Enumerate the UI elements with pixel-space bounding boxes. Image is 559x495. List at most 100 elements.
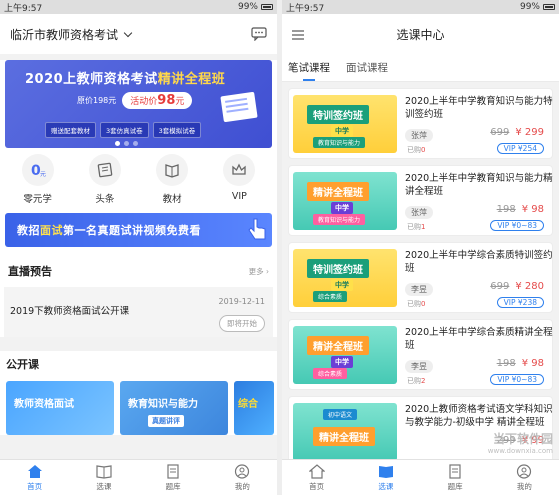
menu-icon[interactable] (292, 29, 304, 43)
profile-icon (517, 463, 532, 479)
vip-price-badge: VIP ¥0~83 (490, 220, 544, 231)
watermark: 当下软件园 www.downxia.com (487, 432, 553, 455)
course-title: 2020上半年中学综合素质特训签约班 (405, 250, 553, 274)
banner-chip: 3套模拟试卷 (152, 122, 202, 138)
quick-label: VIP (231, 191, 247, 202)
teacher-badge: 张萍 (405, 206, 433, 219)
banner-chip: 赠送配套教材 (45, 122, 96, 138)
tab-course[interactable]: 选课 (79, 464, 129, 492)
course-card[interactable]: 特训签约班 中学 教育知识与能力 2020上半年中学教育知识与能力特训签约班 张萍 … (288, 88, 553, 159)
vip-price-badge: VIP ¥0~83 (490, 374, 544, 385)
course-title: 2020上半年中学教育知识与能力特训签约班 (405, 96, 553, 120)
vip-price-badge: VIP ¥254 (496, 143, 544, 154)
live-section-title: 直播预告 (8, 265, 52, 278)
quick-entry-row: 0元 零元学 头条 教材 VIP (0, 148, 277, 209)
public-class-card[interactable]: 教师资格面试 (6, 381, 114, 435)
live-section-header: 直播预告 更多 › (0, 255, 277, 287)
status-bar: 上午9:57 99% (0, 0, 277, 14)
chevron-down-icon (123, 28, 133, 37)
tab-home[interactable]: 首页 (10, 464, 60, 492)
course-title: 2020上半年中学教育知识与能力精讲全程班 (405, 173, 553, 197)
course-prices: 699 ¥ 280 (490, 281, 544, 292)
status-time: 上午9:57 (286, 3, 325, 14)
course-icon (96, 464, 112, 479)
course-prices: 198 ¥ 98 (496, 358, 544, 369)
quick-item-news[interactable]: 头条 (75, 154, 135, 205)
battery-icon (543, 4, 555, 10)
free-video-banner[interactable]: 教招 面试 第一名真题试讲视频免费看 (5, 213, 272, 247)
page-title: 选课中心 (396, 27, 445, 42)
home-screen: 上午9:57 99% 临沂市教师资格考试 2020上教师资格考试精讲全程班 原价… (0, 0, 277, 495)
course-thumbnail: 特训签约班 中学 教育知识与能力 (293, 95, 397, 153)
public-class-card[interactable]: 教育知识与能力 真题讲评 (120, 381, 228, 435)
live-title: 2019下教师资格面试公开课 (10, 306, 130, 317)
question-bank-icon (449, 463, 461, 479)
status-bar: 上午9:57 99% (282, 0, 559, 14)
course-type-tabs: 笔试课程 面试课程 (282, 54, 559, 82)
course-title: 2020上教师资格考试语文学科知识与教学能力-初级中学 精讲全程班 (405, 404, 553, 428)
tab-profile[interactable]: 我的 (499, 463, 549, 492)
public-class-list: 教师资格面试 教育知识与能力 真题讲评 综合 (0, 377, 277, 435)
more-link[interactable]: 更多 › (249, 266, 269, 277)
banner-title: 2020上教师资格考试精讲全程班 (25, 72, 226, 87)
tab-profile[interactable]: 我的 (217, 463, 267, 492)
quick-item-vip[interactable]: VIP (209, 154, 269, 205)
quick-label: 教材 (162, 194, 182, 205)
teacher-badge: 李昱 (405, 283, 433, 296)
teacher-badge: 张萍 (405, 129, 433, 142)
course-center-header: 选课中心 (282, 14, 559, 54)
course-thumbnail: 特训签约班 中学 综合素质 (293, 249, 397, 307)
tab-home[interactable]: 首页 (292, 463, 342, 492)
course-prices: 198 ¥ 98 (496, 204, 544, 215)
exam-paper-illustration (220, 91, 258, 123)
tab-course[interactable]: 选课 (361, 464, 411, 492)
bought-count: 已购0 (407, 146, 426, 154)
home-icon (27, 464, 42, 478)
battery-icon (261, 4, 273, 10)
status-time: 上午9:57 (4, 3, 43, 14)
battery-text: 99% (237, 2, 258, 12)
promo-banner[interactable]: 2020上教师资格考试精讲全程班 原价198元 活动价98元 赠送配套教材 3套… (5, 60, 272, 148)
quick-label: 零元学 (23, 194, 52, 205)
course-card[interactable]: 特训签约班 中学 综合素质 2020上半年中学综合素质特训签约班 李昱 已购0 69… (288, 242, 553, 313)
banner-promo-pill: 活动价98元 (122, 92, 193, 109)
pointer-hand-icon (246, 217, 268, 246)
profile-icon (235, 463, 250, 479)
banner-chip: 3套仿真试卷 (100, 122, 149, 138)
quick-item-zero[interactable]: 0元 零元学 (8, 154, 68, 205)
live-item[interactable]: 2019下教师资格面试公开课 2019-12-11 即将开始 (4, 287, 273, 337)
tab-question-bank[interactable]: 题库 (430, 463, 480, 492)
vip-price-badge: VIP ¥238 (496, 297, 544, 308)
tab-question-bank[interactable]: 题库 (148, 463, 198, 492)
home-header: 临沂市教师资格考试 (0, 14, 277, 54)
course-icon (378, 465, 393, 478)
home-body: 2020上教师资格考试精讲全程班 原价198元 活动价98元 赠送配套教材 3套… (0, 60, 277, 337)
message-icon[interactable] (251, 27, 267, 41)
course-center-screen: 上午9:57 99% 选课中心 笔试课程 面试课程 特训签约班 中学 教育知识与能力… (282, 0, 559, 495)
region-title: 临沂市教师资格考试 (10, 27, 119, 42)
tab-written-course[interactable]: 笔试课程 (288, 60, 330, 81)
course-card[interactable]: 精讲全程班 中学 教育知识与能力 2020上半年中学教育知识与能力精讲全程班 张萍 … (288, 165, 553, 236)
news-icon (88, 154, 121, 186)
bottom-tab-bar: 首页 选课 题库 我的 (0, 459, 277, 495)
public-class-card[interactable]: 综合 (234, 381, 274, 435)
public-class-header: 公开课 (0, 351, 277, 377)
course-thumbnail: 精讲全程班 中学 教育知识与能力 (293, 172, 397, 230)
course-thumbnail: 初中语文 精讲全程班 (293, 403, 397, 461)
region-selector[interactable]: 临沂市教师资格考试 (10, 26, 133, 43)
course-list: 特训签约班 中学 教育知识与能力 2020上半年中学教育知识与能力特训签约班 张萍 … (282, 82, 559, 467)
carousel-dots (115, 141, 138, 146)
teacher-badge: 李昱 (405, 360, 433, 373)
course-title: 2020上半年中学综合素质精讲全程班 (405, 327, 553, 351)
book-icon (156, 154, 189, 186)
bought-count: 已购2 (407, 377, 426, 385)
quick-label: 头条 (95, 194, 115, 205)
coming-soon-button[interactable]: 即将开始 (219, 315, 265, 332)
tab-interview-course[interactable]: 面试课程 (346, 60, 388, 81)
quick-item-textbook[interactable]: 教材 (142, 154, 202, 205)
crown-icon (223, 154, 256, 186)
course-card[interactable]: 精讲全程班 中学 综合素质 2020上半年中学综合素质精讲全程班 李昱 已购2 19… (288, 319, 553, 390)
banner-price-row: 原价198元 活动价98元 (77, 92, 193, 109)
banner-chips: 赠送配套教材 3套仿真试卷 3套模拟试卷 (45, 122, 202, 138)
course-prices: 699 ¥ 299 (490, 127, 544, 138)
